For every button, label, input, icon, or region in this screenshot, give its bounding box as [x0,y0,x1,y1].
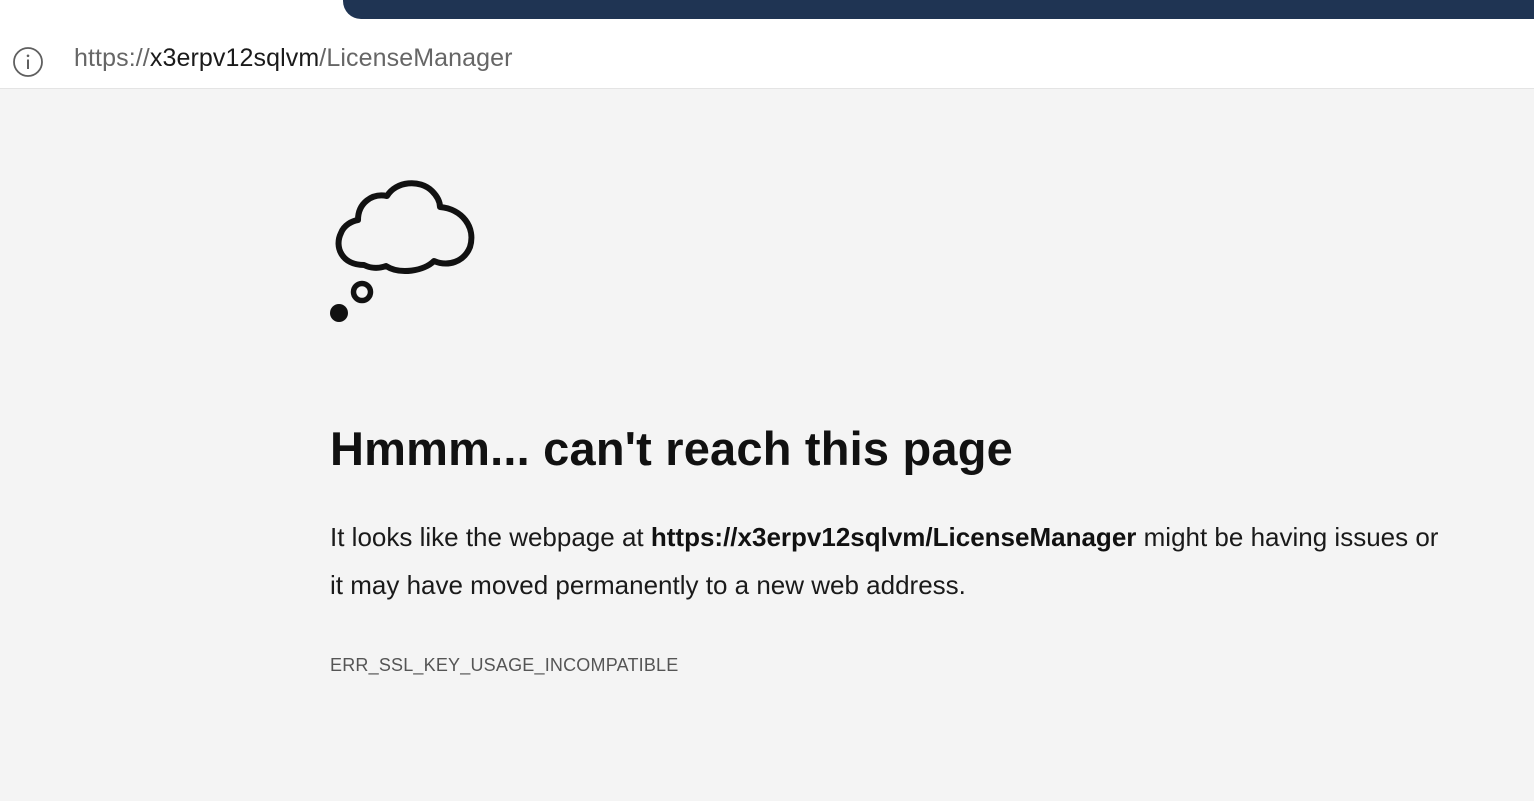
address-bar[interactable]: https://x3erpv12sqlvm/LicenseManager [0,24,1534,89]
error-code: ERR_SSL_KEY_USAGE_INCOMPATIBLE [330,655,679,675]
address-bar-url[interactable]: https://x3erpv12sqlvm/LicenseManager [74,44,513,73]
info-circle-icon[interactable] [12,46,44,78]
message-text-1: It looks like the webpage at [330,522,651,552]
message-url: https://x3erpv12sqlvm/LicenseManager [650,522,1137,552]
thought-bubble-icon [324,175,484,325]
error-heading: Hmmm... can't reach this page [330,422,1014,475]
browser-tab-bar[interactable] [343,0,1534,19]
url-host: x3erpv12sqlvm [149,44,320,72]
url-path: /LicenseManager [319,44,513,72]
message-text-2: might be having issues or [1136,522,1439,552]
url-prefix: https:// [74,44,150,72]
message-text-3: it may have moved permanently to a new w… [330,570,966,600]
error-message: It looks like the webpage at https://x3e… [330,513,1534,609]
